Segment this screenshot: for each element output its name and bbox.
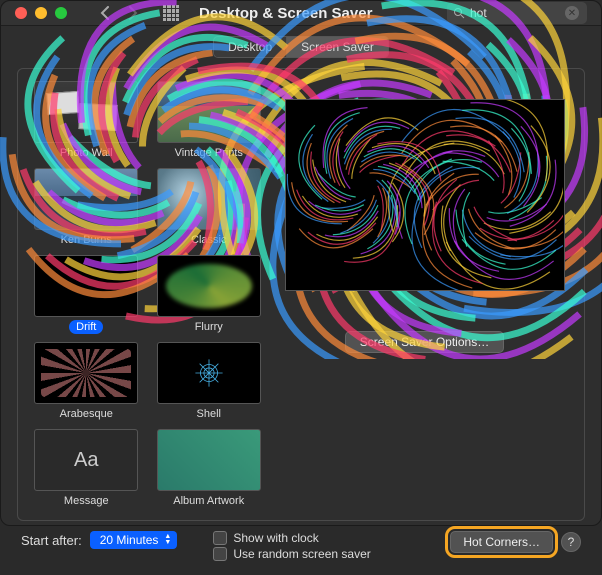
- start-after-label: Start after:: [21, 533, 82, 548]
- help-button[interactable]: ?: [561, 532, 581, 552]
- saver-label: Shell: [190, 407, 228, 421]
- checkbox-icon: [213, 547, 227, 561]
- saver-label: Message: [57, 494, 116, 508]
- start-after-group: Start after: 20 Minutes ▲▼: [21, 531, 177, 549]
- hot-corners-button[interactable]: Hot Corners…: [450, 531, 553, 553]
- saver-album[interactable]: Album Artwork: [153, 429, 266, 508]
- saver-thumbnail: [157, 429, 261, 491]
- content-panel: Photo WallVintage PrintsKen BurnsClassic…: [17, 68, 585, 521]
- start-after-select[interactable]: 20 Minutes ▲▼: [90, 531, 178, 549]
- checkbox-group: Show with clock Use random screen saver: [213, 531, 370, 561]
- checkbox-icon: [213, 531, 227, 545]
- saver-thumbnail: Aa: [34, 429, 138, 491]
- saver-label: Arabesque: [53, 407, 120, 421]
- saver-drift[interactable]: Drift: [30, 255, 143, 334]
- saver-gallery[interactable]: Photo WallVintage PrintsKen BurnsClassic…: [30, 81, 265, 508]
- saver-thumbnail: [34, 255, 138, 317]
- start-after-value: 20 Minutes: [100, 533, 159, 547]
- stepper-icon: ▲▼: [164, 534, 171, 546]
- random-saver-check[interactable]: Use random screen saver: [213, 547, 370, 561]
- footer: Start after: 20 Minutes ▲▼ Show with clo…: [17, 531, 585, 561]
- saver-arabesque[interactable]: Arabesque: [30, 342, 143, 421]
- saver-thumbnail: [157, 255, 261, 317]
- saver-thumbnail: [34, 342, 138, 404]
- saver-message[interactable]: Aa Message: [30, 429, 143, 508]
- footer-right: Hot Corners… ?: [450, 531, 581, 553]
- saver-label: Album Artwork: [166, 494, 251, 508]
- show-clock-check[interactable]: Show with clock: [213, 531, 370, 545]
- preview-image: [285, 99, 565, 291]
- prefs-window: Desktop & Screen Saver ✕ Desktop Screen …: [0, 0, 602, 526]
- body: Desktop Screen Saver Photo WallVintage P…: [1, 26, 601, 575]
